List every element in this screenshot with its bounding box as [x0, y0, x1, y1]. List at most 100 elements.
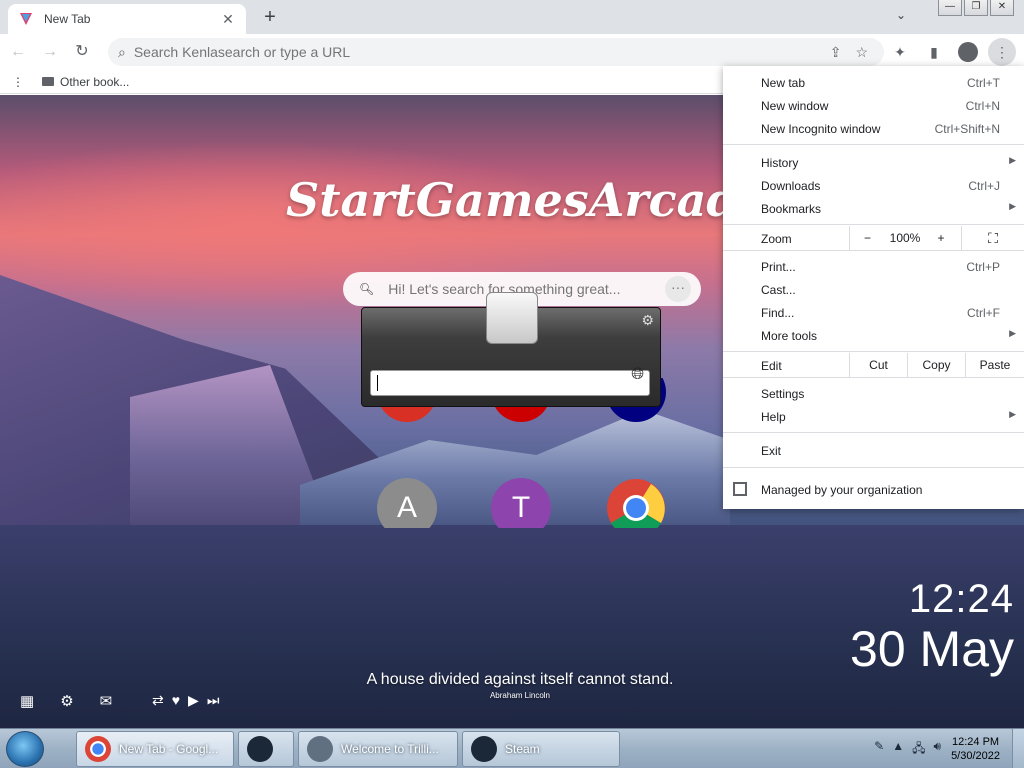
- profile-button[interactable]: [954, 38, 982, 66]
- paste-button[interactable]: Paste: [965, 353, 1024, 377]
- cut-button[interactable]: Cut: [849, 353, 907, 377]
- trillian-icon: [307, 736, 333, 762]
- taskbar-item-steam-window[interactable]: Steam: [462, 731, 620, 767]
- taskbar-date: 5/30/2022: [951, 750, 1000, 762]
- shortcut-chrome[interactable]: [606, 478, 666, 528]
- menu-item-bookmarks[interactable]: Bookmarks ▶: [723, 197, 1024, 220]
- menu-item-more-tools[interactable]: More tools ▶: [723, 324, 1024, 347]
- submenu-arrow-icon: ▶: [1009, 409, 1016, 419]
- address-bar[interactable]: ⌕ ⇪ ☆: [108, 38, 884, 66]
- steam-icon: [247, 736, 273, 762]
- skip-icon[interactable]: ⏭: [207, 692, 220, 709]
- menu-item-find[interactable]: Find... Ctrl+F: [723, 301, 1024, 324]
- zoom-out-button[interactable]: −: [849, 226, 885, 250]
- browser-toolbar: ← → ↻ ⌕ ⇪ ☆ ✦ ▮ ⋮: [0, 34, 1024, 70]
- more-options-icon[interactable]: ···: [665, 276, 691, 302]
- gear-icon[interactable]: ⚙: [641, 312, 654, 329]
- share-icon[interactable]: ⇪: [830, 44, 842, 61]
- minimize-button[interactable]: —: [938, 0, 962, 16]
- menu-shortcut: Ctrl+T: [967, 76, 1000, 90]
- shortcut-tile[interactable]: T: [491, 478, 551, 528]
- tab-search-icon[interactable]: ⌄: [896, 8, 906, 22]
- menu-label: Find...: [761, 306, 795, 320]
- menu-divider: [723, 432, 1024, 433]
- menu-item-incognito[interactable]: New Incognito window Ctrl+Shift+N: [723, 117, 1024, 140]
- menu-item-managed[interactable]: Managed by your organization: [723, 477, 1024, 501]
- menu-divider: [723, 377, 1024, 378]
- menu-item-exit[interactable]: Exit: [723, 439, 1024, 462]
- menu-label: New window: [761, 99, 829, 113]
- restore-button[interactable]: ❐: [964, 0, 988, 16]
- tab-new-tab[interactable]: New Tab ✕: [8, 4, 246, 34]
- menu-item-cast[interactable]: Cast...: [723, 278, 1024, 301]
- show-hidden-icons[interactable]: ▲: [892, 739, 904, 760]
- menu-label: Bookmarks: [761, 202, 822, 216]
- grid-icon[interactable]: ▦: [20, 692, 34, 710]
- menu-divider: [723, 351, 1024, 352]
- bookmark-star-icon[interactable]: ☆: [855, 44, 868, 61]
- zoom-level: 100%: [889, 231, 921, 245]
- heart-icon[interactable]: ♥: [172, 692, 180, 709]
- menu-item-print[interactable]: Print... Ctrl+P: [723, 255, 1024, 278]
- menu-zoom-row: Zoom − 100% + ⛶: [723, 226, 1024, 250]
- show-desktop-button[interactable]: [1012, 729, 1024, 768]
- start-button[interactable]: [6, 731, 44, 767]
- taskbar-label: Welcome to Trilli...: [341, 742, 439, 756]
- menu-shortcut: Ctrl+J: [968, 179, 1000, 193]
- menu-divider: [723, 224, 1024, 225]
- copy-button[interactable]: Copy: [907, 353, 965, 377]
- widget-handle[interactable]: [486, 292, 538, 344]
- reload-icon[interactable]: ↻: [68, 38, 96, 66]
- chrome-menu-icon[interactable]: ⋮: [988, 38, 1016, 66]
- steam-icon: [471, 736, 497, 762]
- taskbar-label: Steam: [505, 742, 540, 756]
- back-icon[interactable]: ←: [4, 38, 32, 66]
- menu-item-new-window[interactable]: New window Ctrl+N: [723, 94, 1024, 117]
- pen-tablet-icon[interactable]: ✎: [874, 739, 884, 760]
- play-icon[interactable]: ▶: [188, 692, 199, 709]
- side-panel-icon[interactable]: ▮: [920, 38, 948, 66]
- menu-label: Print...: [761, 260, 796, 274]
- taskbar-item-trillian[interactable]: Welcome to Trilli...: [298, 731, 458, 767]
- close-window-button[interactable]: ✕: [990, 0, 1014, 16]
- menu-item-settings[interactable]: Settings: [723, 382, 1024, 405]
- page-bottom-toolbar: ▦ ⚙ ✉: [20, 692, 112, 710]
- forward-icon[interactable]: →: [36, 38, 64, 66]
- gear-icon[interactable]: ⚙: [60, 692, 73, 710]
- taskbar: New Tab - Googl... Welcome to Trilli... …: [0, 728, 1024, 768]
- chat-icon[interactable]: ✉: [100, 692, 113, 710]
- widget-input[interactable]: [370, 370, 650, 396]
- shortcut-avatar: A: [377, 478, 437, 528]
- menu-edit-row: Edit Cut Copy Paste: [723, 353, 1024, 377]
- system-tray: ✎ ▲ 🖧︎ 🔊︎ 12:24 PM 5/30/2022: [874, 729, 1024, 768]
- menu-item-history[interactable]: History ▶: [723, 151, 1024, 174]
- extensions-icon[interactable]: ✦: [886, 38, 914, 66]
- network-icon[interactable]: 🖧︎: [912, 739, 925, 760]
- menu-item-new-tab[interactable]: New tab Ctrl+T: [723, 71, 1024, 94]
- app-logo-icon: [20, 13, 32, 25]
- volume-icon[interactable]: 🔊︎: [934, 739, 942, 760]
- quote-text: A house divided against itself cannot st…: [366, 671, 674, 688]
- taskbar-clock[interactable]: 12:24 PM 5/30/2022: [951, 735, 1000, 763]
- menu-divider: [723, 144, 1024, 145]
- menu-divider: [723, 250, 1024, 251]
- apps-menu-icon[interactable]: ⋮: [12, 75, 24, 89]
- menu-item-help[interactable]: Help ▶: [723, 405, 1024, 428]
- shortcut-tile[interactable]: A: [377, 478, 437, 528]
- new-tab-button[interactable]: +: [258, 6, 282, 30]
- tab-close-icon[interactable]: ✕: [220, 11, 236, 28]
- taskbar-item-steam[interactable]: [238, 731, 294, 767]
- window-controls: — ❐ ✕: [938, 0, 1014, 16]
- shortcut-avatar: T: [491, 478, 551, 528]
- taskbar-item-chrome[interactable]: New Tab - Googl...: [76, 731, 234, 767]
- menu-label: Edit: [761, 359, 782, 373]
- fullscreen-icon[interactable]: ⛶: [961, 226, 1024, 250]
- menu-item-downloads[interactable]: Downloads Ctrl+J: [723, 174, 1024, 197]
- address-input[interactable]: [133, 44, 734, 60]
- zoom-in-button[interactable]: +: [925, 226, 957, 250]
- page-clock: 12:24 30 May: [850, 577, 1014, 678]
- other-bookmarks[interactable]: Other book...: [60, 75, 129, 89]
- share-icon[interactable]: ⇄: [152, 692, 164, 709]
- menu-label: New Incognito window: [761, 122, 881, 136]
- globe-icon[interactable]: 🌐︎: [631, 366, 644, 384]
